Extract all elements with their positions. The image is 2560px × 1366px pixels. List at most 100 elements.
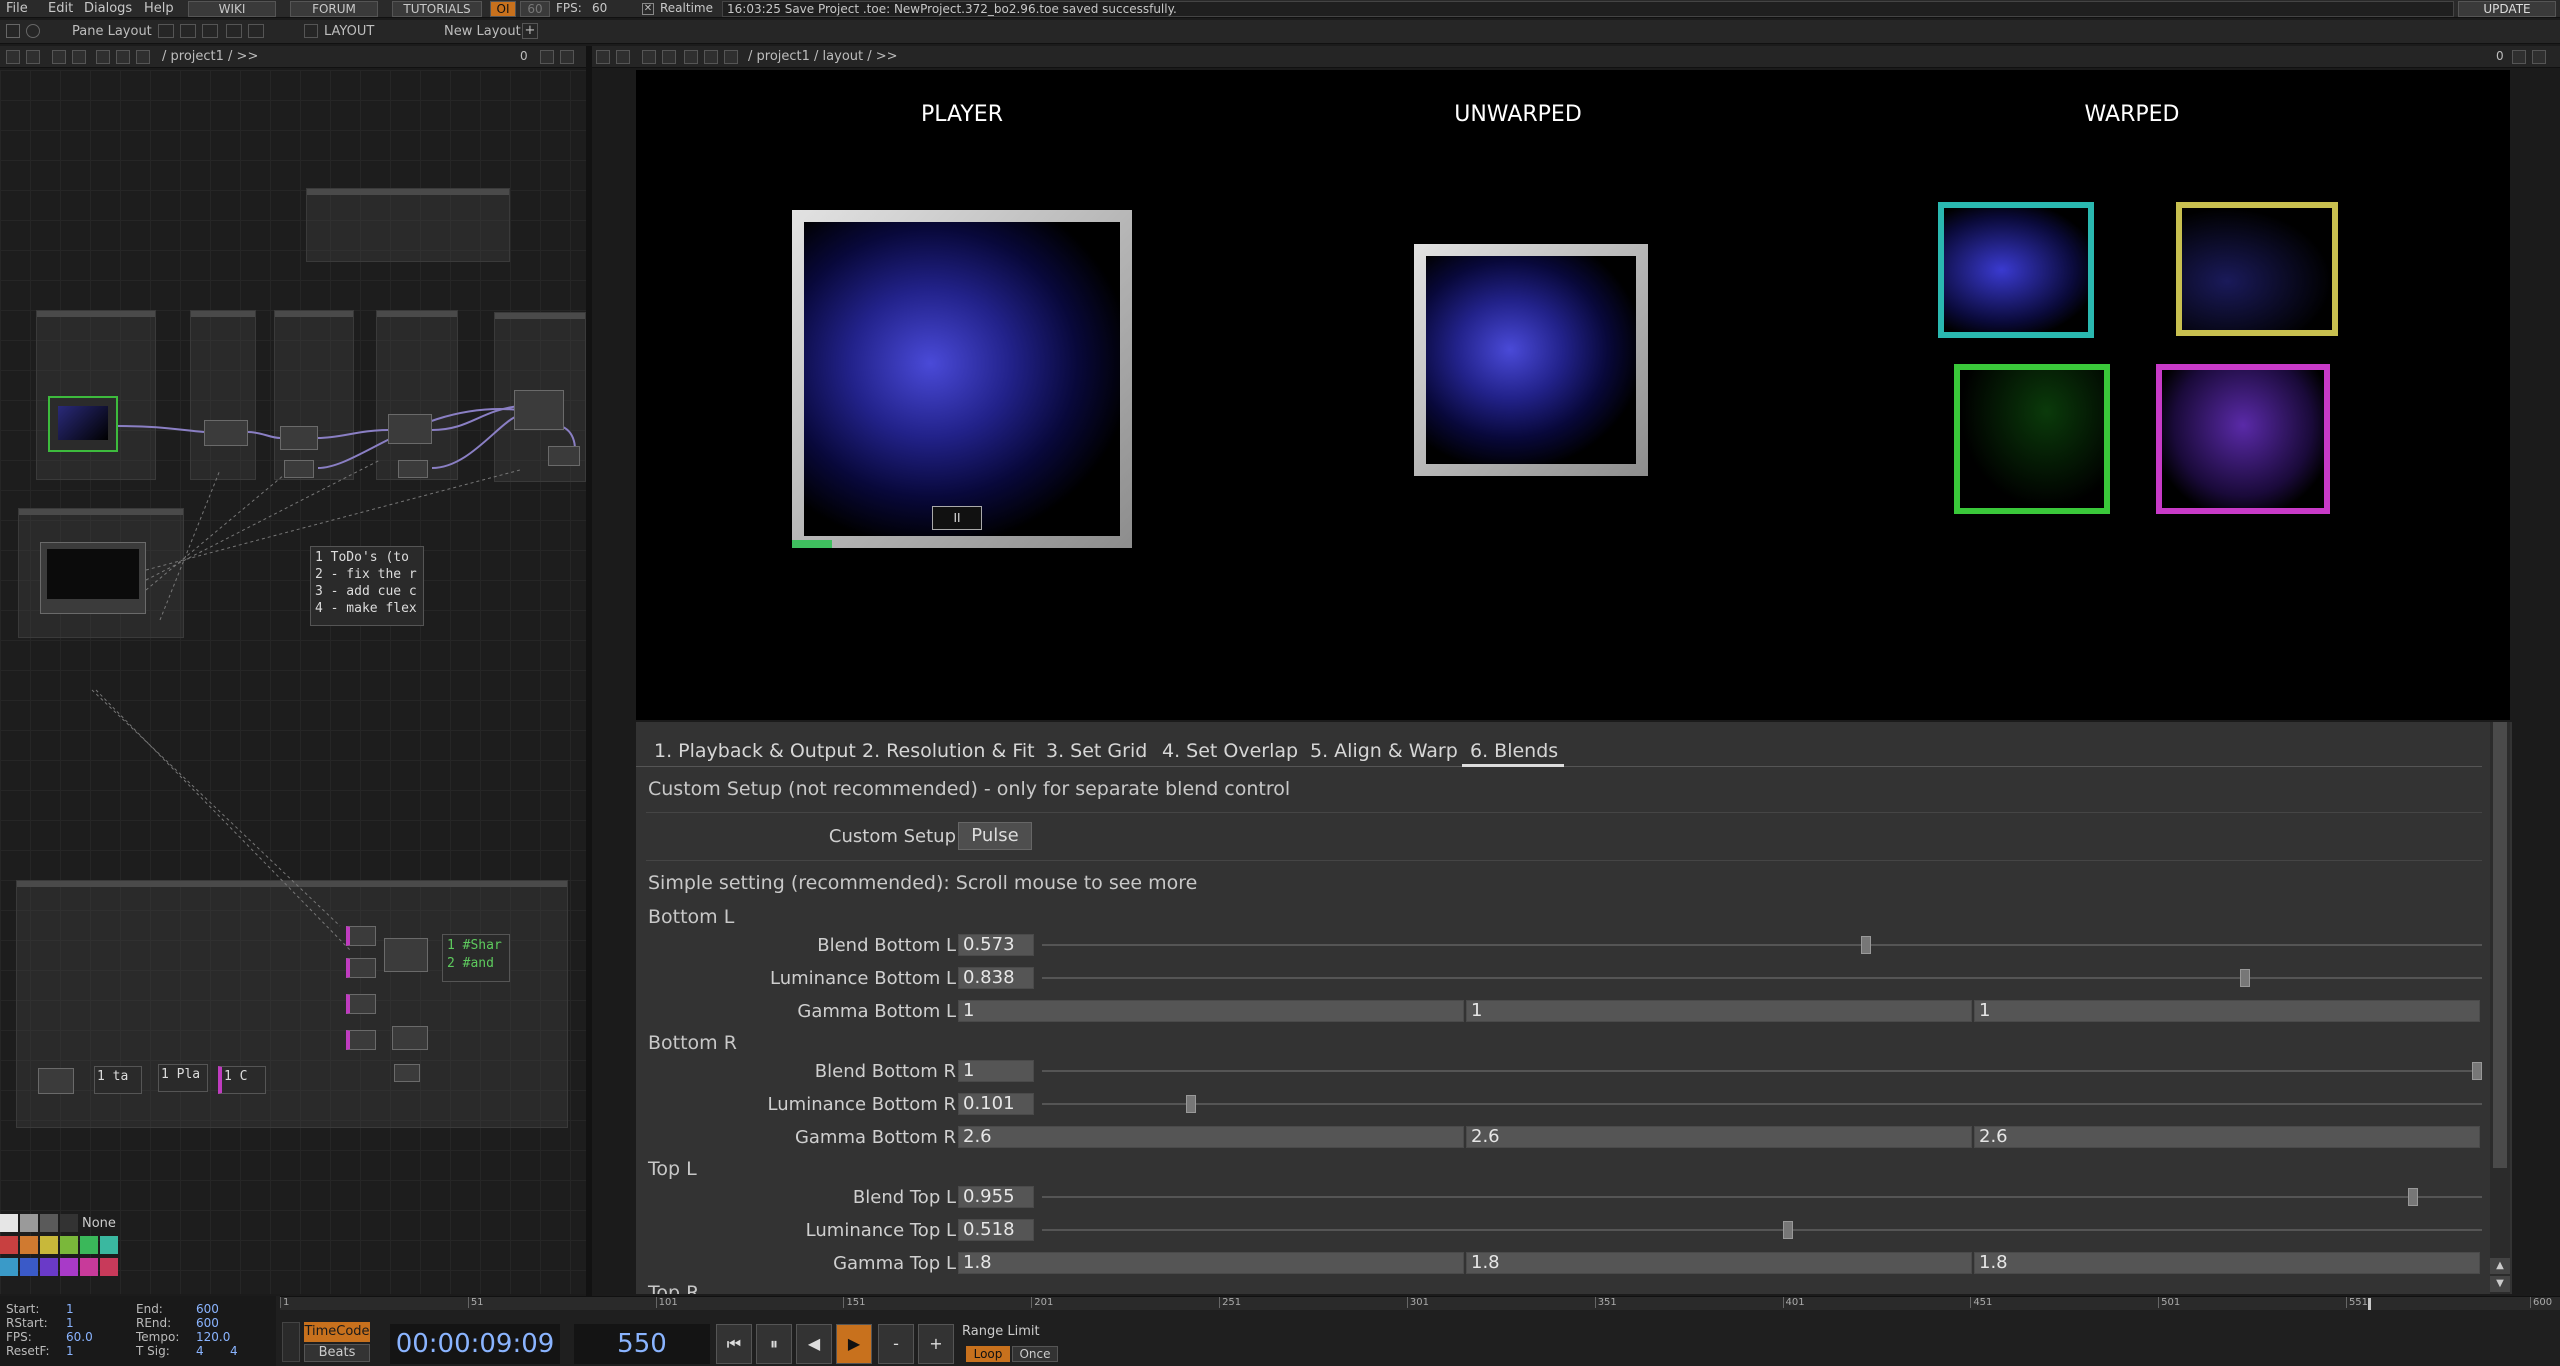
movie-node[interactable] <box>48 396 118 452</box>
once-toggle[interactable]: Once <box>1012 1346 1058 1362</box>
luminance-slider-knob[interactable] <box>2240 969 2251 987</box>
pane-menu-icon[interactable] <box>6 50 20 64</box>
forward-icon[interactable] <box>72 50 86 64</box>
new-layout-label[interactable]: New Layout <box>444 24 521 39</box>
pause-button[interactable]: II <box>932 506 982 530</box>
pane-pin-icon[interactable] <box>2532 50 2546 64</box>
menu-edit[interactable]: Edit <box>48 1 73 16</box>
fps-limit-field[interactable]: 60 <box>520 1 550 17</box>
operator-node[interactable] <box>384 938 428 972</box>
color-swatch[interactable] <box>20 1214 38 1232</box>
text-dat[interactable]: 1 C <box>218 1066 266 1094</box>
step-minus-button[interactable]: - <box>878 1324 914 1364</box>
back-icon[interactable] <box>642 50 656 64</box>
none-swatch[interactable]: None <box>82 1216 116 1231</box>
pause-icon[interactable]: ⏸ <box>756 1324 792 1364</box>
resetf-value[interactable]: 1 <box>66 1344 74 1358</box>
panel-scrollbar-thumb[interactable] <box>2493 722 2507 1168</box>
forum-button[interactable]: FORUM <box>290 1 378 17</box>
end-value[interactable]: 600 <box>196 1302 219 1316</box>
add-icon[interactable] <box>684 50 698 64</box>
add-icon[interactable] <box>96 50 110 64</box>
color-swatch[interactable] <box>80 1258 98 1276</box>
warped-tile-bottom-left[interactable] <box>1954 364 2110 514</box>
color-swatch[interactable] <box>80 1236 98 1254</box>
tutorials-button[interactable]: TUTORIALS <box>392 1 482 17</box>
home-icon[interactable] <box>26 24 40 38</box>
operator-node[interactable] <box>284 460 314 478</box>
tsig-numerator[interactable]: 4 <box>196 1344 204 1358</box>
player-preview[interactable] <box>792 210 1132 548</box>
gamma-field[interactable]: 2.6 <box>958 1126 1464 1148</box>
luminance-slider-track[interactable] <box>1042 977 2482 979</box>
operator-node[interactable] <box>398 460 428 478</box>
color-swatch[interactable] <box>0 1214 18 1232</box>
right-path-text[interactable]: / project1 / layout / >> <box>748 49 898 64</box>
luminance-field[interactable]: 0.101 <box>958 1093 1034 1115</box>
warped-tile-top-left[interactable] <box>1938 202 2094 338</box>
operator-node[interactable] <box>548 446 580 466</box>
operator-node[interactable] <box>38 1068 74 1094</box>
fps-value[interactable]: 60.0 <box>66 1330 93 1344</box>
text-dat[interactable]: 1 Pla <box>158 1064 208 1092</box>
color-swatch[interactable] <box>60 1214 78 1232</box>
color-swatch[interactable] <box>100 1236 118 1254</box>
operator-node[interactable] <box>388 414 432 444</box>
timeline-menu-icon[interactable] <box>282 1322 300 1362</box>
layout-split-v-icon[interactable] <box>202 24 218 38</box>
luminance-slider-track[interactable] <box>1042 1229 2482 1231</box>
gamma-field[interactable]: 1 <box>958 1000 1464 1022</box>
operator-node[interactable] <box>392 1026 428 1050</box>
tab-set-grid[interactable]: 3. Set Grid <box>1046 740 1147 762</box>
warped-tile-bottom-right[interactable] <box>2156 364 2330 514</box>
tempo-value[interactable]: 120.0 <box>196 1330 230 1344</box>
layout-three-icon[interactable] <box>226 24 242 38</box>
blend-slider-track[interactable] <box>1042 944 2482 946</box>
pane-divider[interactable] <box>586 46 592 1296</box>
oi-button[interactable]: OI <box>490 1 516 17</box>
gamma-field[interactable]: 1 <box>1466 1000 1972 1022</box>
pane-pin-icon[interactable] <box>560 50 574 64</box>
layout-four-icon[interactable] <box>248 24 264 38</box>
gamma-field[interactable]: 1.8 <box>1466 1252 1972 1274</box>
tab-playback-output[interactable]: 1. Playback & Output <box>654 740 856 762</box>
parent-icon[interactable] <box>724 50 738 64</box>
tab-blends[interactable]: 6. Blends <box>1470 740 1558 762</box>
blend-field[interactable]: 0.955 <box>958 1186 1034 1208</box>
wiki-button[interactable]: WIKI <box>188 1 276 17</box>
back-icon[interactable] <box>52 50 66 64</box>
menu-file[interactable]: File <box>6 1 28 16</box>
gamma-field[interactable]: 2.6 <box>1974 1126 2480 1148</box>
luminance-slider-knob[interactable] <box>1186 1095 1197 1113</box>
tab-align-warp[interactable]: 5. Align & Warp <box>1310 740 1458 762</box>
blend-field[interactable]: 0.573 <box>958 934 1034 956</box>
playhead[interactable] <box>2368 1298 2371 1310</box>
tsig-denominator[interactable]: 4 <box>230 1344 238 1358</box>
operator-node[interactable] <box>280 426 318 450</box>
add-layout-button[interactable]: + <box>522 23 538 39</box>
gamma-field[interactable]: 1 <box>1974 1000 2480 1022</box>
rstart-value[interactable]: 1 <box>66 1316 74 1330</box>
pane-icon[interactable] <box>6 24 20 38</box>
color-swatch[interactable] <box>40 1214 58 1232</box>
pane-menu-icon[interactable] <box>596 50 610 64</box>
color-swatch[interactable] <box>100 1258 118 1276</box>
pane-max-icon[interactable] <box>2512 50 2526 64</box>
blend-slider-track[interactable] <box>1042 1070 2482 1072</box>
scroll-down-icon[interactable]: ▼ <box>2490 1276 2510 1292</box>
menu-help[interactable]: Help <box>144 1 174 16</box>
layout-split-h-icon[interactable] <box>180 24 196 38</box>
gamma-field[interactable]: 2.6 <box>1466 1126 1972 1148</box>
layout-viewer[interactable]: PLAYER UNWARPED WARPED II <box>636 70 2510 720</box>
menu-dialogs[interactable]: Dialogs <box>84 1 132 16</box>
color-swatch[interactable] <box>40 1258 58 1276</box>
left-path-text[interactable]: / project1 / >> <box>162 49 258 64</box>
warped-tile-top-right[interactable] <box>2176 202 2338 336</box>
star-icon[interactable] <box>116 50 130 64</box>
luminance-slider-track[interactable] <box>1042 1103 2482 1105</box>
operator-node[interactable] <box>346 994 376 1014</box>
operator-node[interactable] <box>204 420 248 446</box>
unwarped-preview[interactable] <box>1414 244 1648 476</box>
star-icon[interactable] <box>704 50 718 64</box>
text-dat[interactable]: 1 ta <box>94 1066 142 1094</box>
